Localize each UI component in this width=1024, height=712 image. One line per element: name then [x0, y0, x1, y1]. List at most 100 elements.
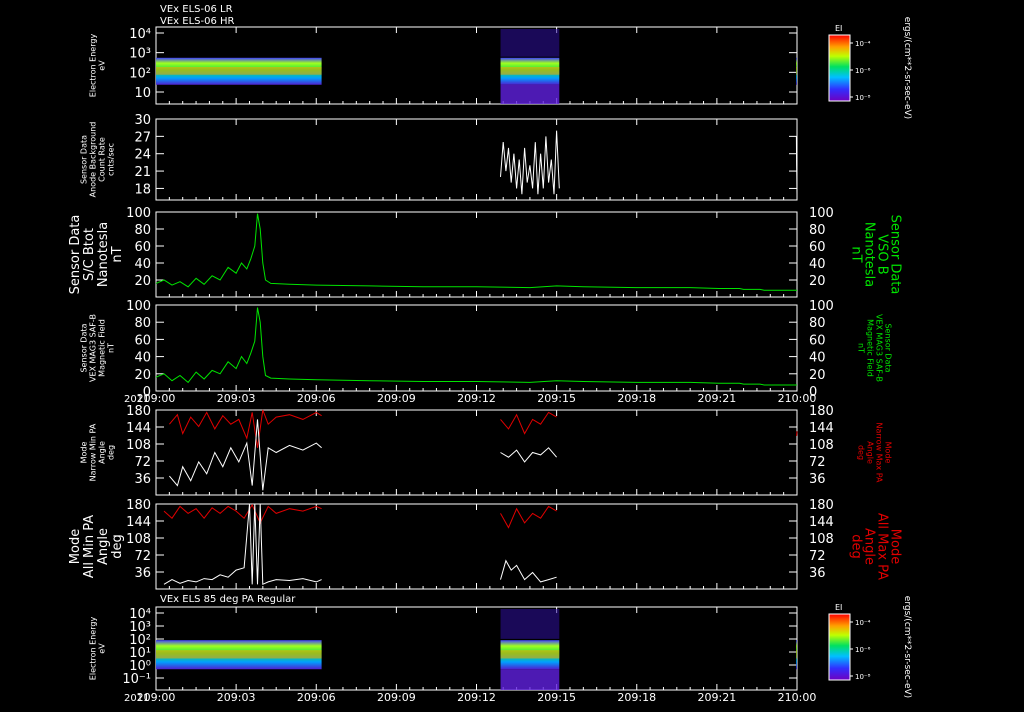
- right-tick-label: 108: [809, 532, 834, 547]
- time-tick-label: 209:21: [698, 691, 737, 704]
- y-tick-label: 108: [126, 532, 151, 547]
- y-tick-label: 180: [126, 404, 151, 419]
- y-tick-label: 18: [134, 182, 151, 197]
- y-axis-label: Magnetic Field: [98, 319, 107, 377]
- right-axis-label: nT: [849, 246, 864, 262]
- time-tick-label: 209:06: [297, 392, 336, 405]
- colorbar-top-tick-label: 10⁻⁶: [855, 67, 871, 75]
- y-tick-label: 10⁴: [129, 27, 151, 42]
- time-tick-label: 209:15: [537, 691, 576, 704]
- right-tick-label: 36: [809, 472, 826, 487]
- colorbar-top-unit: ergs/(cm**2-sr-sec-eV): [902, 17, 912, 119]
- right-tick-label: 80: [809, 223, 826, 238]
- right-tick-label: 40: [809, 351, 826, 366]
- right-tick-label: 60: [809, 240, 826, 255]
- y-tick-label: 10: [134, 86, 151, 101]
- panel-frame: [156, 119, 797, 200]
- y-axis-label: VEX MAG3 SAF-B: [89, 314, 98, 382]
- series-line-0: [501, 131, 560, 195]
- spectrogram-core: [796, 67, 797, 75]
- y-tick-label: 144: [126, 515, 151, 530]
- y-tick-label: 21: [134, 165, 151, 180]
- y-axis-label: eV: [98, 643, 107, 654]
- right-tick-label: 72: [809, 549, 826, 564]
- y-tick-label: 10⁻¹: [122, 672, 151, 687]
- y-tick-label: 108: [126, 438, 151, 453]
- right-tick-label: 108: [809, 438, 834, 453]
- y-tick-label: 27: [134, 130, 151, 145]
- right-tick-label: 20: [809, 274, 826, 289]
- y-tick-label: 20: [134, 368, 151, 383]
- time-tick-label: 209:09: [377, 392, 416, 405]
- y-tick-label: 36: [134, 566, 151, 581]
- right-tick-label: 60: [809, 333, 826, 348]
- series-line-0: [156, 308, 797, 385]
- y-tick-label: 10²: [129, 66, 151, 81]
- y-axis-label: Nanotesla: [96, 222, 111, 287]
- spectrogram-low: [501, 85, 560, 104]
- right-tick-label: 72: [809, 455, 826, 470]
- right-tick-label: 100: [809, 299, 834, 314]
- time-tick-label: 209:09: [377, 691, 416, 704]
- y-axis-label: cnts/sec: [107, 143, 116, 176]
- panel-narrow-pa: 18018014414410810872723636ModeNarrow Min…: [80, 404, 893, 495]
- header-line1: VEx ELS-06 LR: [160, 4, 233, 15]
- time-tick-label: 209:21: [698, 392, 737, 405]
- y-tick-label: 24: [134, 148, 151, 163]
- y-tick-label: 36: [134, 472, 151, 487]
- right-axis-label: Angle: [866, 441, 875, 464]
- y-axis-label: deg: [110, 534, 125, 559]
- y-axis-label: deg: [107, 445, 116, 460]
- y-axis-label: Mode: [80, 442, 89, 464]
- chart-stage: VEx ELS-06 LR VEx ELS-06 HR VEx ELS 85 d…: [0, 0, 1024, 708]
- series-line-1: [164, 504, 322, 584]
- panel-mag3-field: 100100808060604040202000Sensor DataVEX M…: [80, 299, 893, 400]
- header-line2: VEx ELS-06 HR: [160, 16, 235, 27]
- right-tick-label: 40: [809, 257, 826, 272]
- right-tick-label: 80: [809, 316, 826, 331]
- time-tick-label: 209:06: [297, 691, 336, 704]
- right-axis-label: nT: [857, 343, 866, 353]
- y-tick-label: 144: [126, 421, 151, 436]
- y-axis-label: eV: [98, 60, 107, 71]
- series-line-3: [501, 561, 557, 582]
- y-axis-label: Anode Background: [89, 122, 98, 198]
- y-tick-label: 80: [134, 316, 151, 331]
- right-tick-label: 144: [809, 515, 834, 530]
- panel-anode-background: 3027242118Sensor DataAnode BackgroundCou…: [80, 113, 798, 200]
- panel-electron-energy-top: 10⁴ 10³ 10² 10 Electron EnergyeV: [89, 27, 798, 104]
- spectrogram-core: [501, 67, 560, 75]
- bottom-panel-title: VEx ELS 85 deg PA Regular: [160, 594, 296, 605]
- panel-electron-energy-bottom: 10⁴10³10²10¹10⁰10⁻¹Electron EnergyeV: [89, 607, 798, 690]
- right-axis-label: deg: [857, 445, 866, 460]
- colorbar-bottom-gradient: [829, 614, 850, 680]
- y-axis-label: Electron Energy: [89, 34, 98, 98]
- colorbar-bottom-tick-label: 10⁻⁶: [855, 646, 871, 654]
- colorbar-bottom-tick-label: 10⁻⁴: [855, 619, 871, 627]
- y-axis-label: nT: [107, 343, 116, 353]
- right-axis-label: Sensor Data: [884, 323, 893, 372]
- right-axis-label: Mode: [884, 442, 893, 464]
- y-tick-label: 10³: [129, 47, 151, 62]
- time-tick-label: 210:00: [778, 392, 817, 405]
- time-tick-label: 209:18: [617, 392, 656, 405]
- y-axis-label: Narrow Min PA: [89, 423, 98, 481]
- time-tick-label: 209:12: [457, 392, 496, 405]
- y-axis-label: nT: [110, 246, 125, 262]
- right-tick-label: 100: [809, 206, 834, 221]
- y-axis-label: Electron Energy: [89, 617, 98, 681]
- y-tick-label: 60: [134, 240, 151, 255]
- series-line-0: [164, 505, 322, 523]
- y-tick-label: 20: [134, 274, 151, 289]
- plot-canvas: VEx ELS-06 LR VEx ELS-06 HR VEx ELS 85 d…: [0, 0, 1024, 708]
- time-tick-label: 209:03: [217, 392, 256, 405]
- y-axis-label: Sensor Data: [68, 215, 83, 295]
- panel-all-pa: 18018014414410810872723636ModeAll Min PA…: [68, 498, 903, 589]
- spectrogram-speckle: [501, 29, 560, 57]
- y-tick-label: 40: [134, 257, 151, 272]
- y-axis-label: Sensor Data: [80, 135, 89, 184]
- y-axis-label: S/C Btot: [82, 228, 97, 281]
- colorbar-top-gradient: [829, 35, 850, 101]
- spectrogram-speckle: [501, 609, 560, 639]
- series-line-2: [501, 412, 557, 433]
